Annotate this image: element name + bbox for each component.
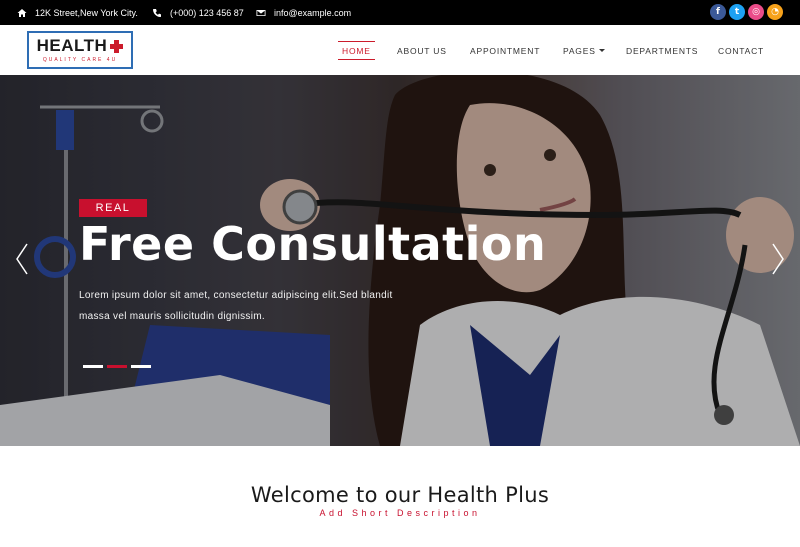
welcome-subtitle: Add Short Description — [319, 508, 481, 518]
nav-appointment[interactable]: APPOINTMENT — [470, 41, 540, 60]
envelope-icon — [256, 8, 266, 18]
rss-icon[interactable]: ◔ — [767, 4, 783, 20]
nav-pages-label: PAGES — [563, 45, 596, 56]
prev-slide-arrow-icon[interactable] — [14, 242, 30, 276]
email-text[interactable]: info@example.com — [274, 8, 351, 18]
slide-indicators — [83, 365, 151, 368]
phone-info: (+000) 123 456 87 — [152, 0, 244, 25]
nav-about-us[interactable]: ABOUT US — [397, 41, 447, 60]
home-icon — [17, 8, 27, 18]
main-navbar: HEALTH QUALITY CARE 4U HOME ABOUT US APP… — [0, 25, 800, 75]
hero-badge: REAL — [79, 199, 147, 217]
slide-indicator-1[interactable] — [83, 365, 103, 368]
dribbble-icon[interactable]: ◎ — [748, 4, 764, 20]
caret-down-icon — [598, 49, 605, 52]
slide-indicator-2[interactable] — [107, 365, 127, 368]
logo-subtitle: QUALITY CARE 4U — [42, 57, 118, 63]
welcome-title: Welcome to our Health Plus — [250, 483, 550, 507]
hero-title: Free Consultation — [79, 217, 547, 271]
hero-slider: REAL Free Consultation Lorem ipsum dolor… — [0, 75, 800, 446]
email-info: info@example.com — [256, 0, 351, 25]
welcome-section: Welcome to our Health Plus Add Short Des… — [0, 446, 800, 547]
top-info-bar: 12K Street,New York City. (+000) 123 456… — [0, 0, 800, 25]
social-links: f t ◎ ◔ — [710, 4, 783, 20]
address-text: 12K Street,New York City. — [35, 7, 138, 18]
nav-departments[interactable]: DEPARTMENTS — [626, 41, 698, 60]
slide-indicator-3[interactable] — [131, 365, 151, 368]
address-info: 12K Street,New York City. — [17, 0, 138, 25]
next-slide-arrow-icon[interactable] — [770, 242, 786, 276]
logo-title-row: HEALTH — [29, 36, 131, 56]
phone-icon — [152, 8, 162, 18]
nav-contact[interactable]: CONTACT — [718, 41, 764, 60]
nav-pages[interactable]: PAGES — [563, 41, 605, 60]
site-logo[interactable]: HEALTH QUALITY CARE 4U — [27, 31, 133, 69]
hero-description: Lorem ipsum dolor sit amet, consectetur … — [79, 290, 393, 322]
nav-home[interactable]: HOME — [338, 41, 375, 60]
facebook-icon[interactable]: f — [710, 4, 726, 20]
logo-title: HEALTH — [36, 36, 108, 55]
phone-text: (+000) 123 456 87 — [170, 7, 244, 18]
twitter-icon[interactable]: t — [729, 4, 745, 20]
medical-cross-icon — [110, 39, 124, 53]
